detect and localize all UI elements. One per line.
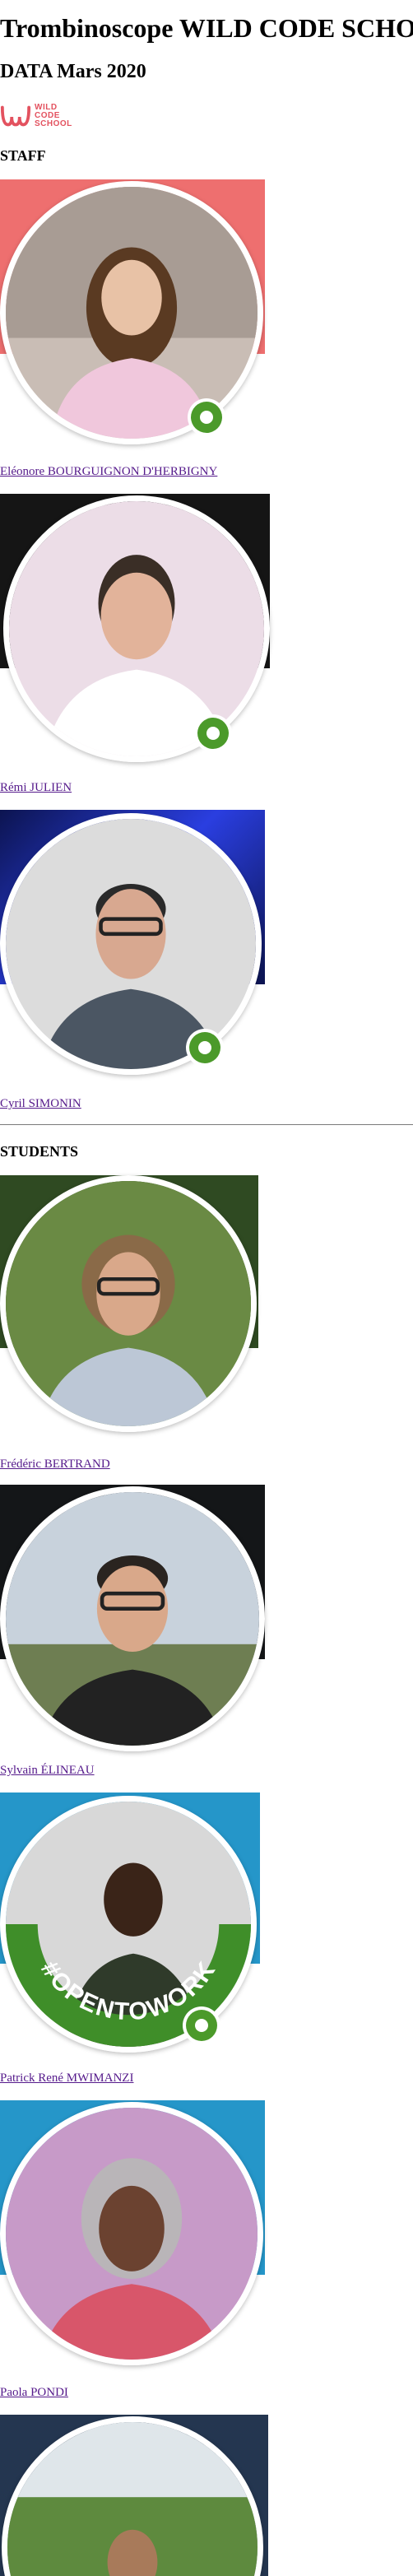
- person-portrait-image: [6, 1492, 259, 1746]
- page-title: Trombinoscope WILD CODE SCHOOL: [0, 13, 413, 43]
- profile-link[interactable]: Frédéric BERTRAND: [0, 1457, 110, 1472]
- staff-heading: STAFF: [0, 147, 46, 164]
- profile-photo[interactable]: [3, 495, 270, 762]
- wild-code-school-logo: WILD CODE SCHOOL: [0, 99, 82, 133]
- staff-card: Rémi JULIEN: [0, 494, 271, 798]
- student-card: Frédéric BERTRAND: [0, 1175, 271, 1480]
- section-divider: [0, 1124, 413, 1125]
- students-heading: STUDENTS: [0, 1143, 79, 1160]
- profile-link[interactable]: Cyril SIMONIN: [0, 1096, 81, 1111]
- student-card: Paola PONDI: [0, 2100, 271, 2405]
- page-subtitle: DATA Mars 2020: [0, 61, 146, 82]
- profile-link[interactable]: Rémi JULIEN: [0, 780, 72, 795]
- logo-wordmark: WILD CODE SCHOOL: [35, 103, 72, 128]
- staff-card: Eléonore BOURGUIGNON D'HERBIGNY: [0, 179, 271, 484]
- open-to-work-badge: [194, 714, 232, 752]
- person-portrait-image: [6, 1181, 251, 1426]
- profile-photo[interactable]: [0, 1486, 265, 1751]
- open-to-work-frame: #OPENTOWORK: [35, 1956, 220, 2026]
- profile-photo[interactable]: [0, 181, 263, 444]
- profile-link[interactable]: Patrick René MWIMANZI: [0, 2071, 133, 2085]
- profile-link[interactable]: Eléonore BOURGUIGNON D'HERBIGNY: [0, 464, 217, 479]
- staff-card: Cyril SIMONIN: [0, 810, 271, 1114]
- wcs-logo-icon: [0, 105, 31, 127]
- person-portrait-image: [6, 2108, 258, 2360]
- person-portrait-image: [6, 187, 258, 439]
- student-card: [0, 2415, 271, 2576]
- open-to-work-badge: [183, 2006, 220, 2044]
- student-card: #OPENTOWORK Patrick René MWIMANZI: [0, 1793, 271, 2097]
- person-portrait-image: [9, 501, 264, 756]
- open-to-work-badge: [186, 1029, 224, 1067]
- profile-photo[interactable]: [0, 1175, 257, 1432]
- profile-link[interactable]: Sylvain ÉLINEAU: [0, 1763, 95, 1778]
- profile-photo[interactable]: [0, 2102, 263, 2365]
- profile-photo[interactable]: [0, 813, 262, 1075]
- student-card: Sylvain ÉLINEAU: [0, 1485, 271, 1789]
- profile-link[interactable]: Paola PONDI: [0, 2385, 68, 2400]
- person-portrait-image: [6, 819, 256, 1069]
- open-to-work-badge: [188, 398, 225, 436]
